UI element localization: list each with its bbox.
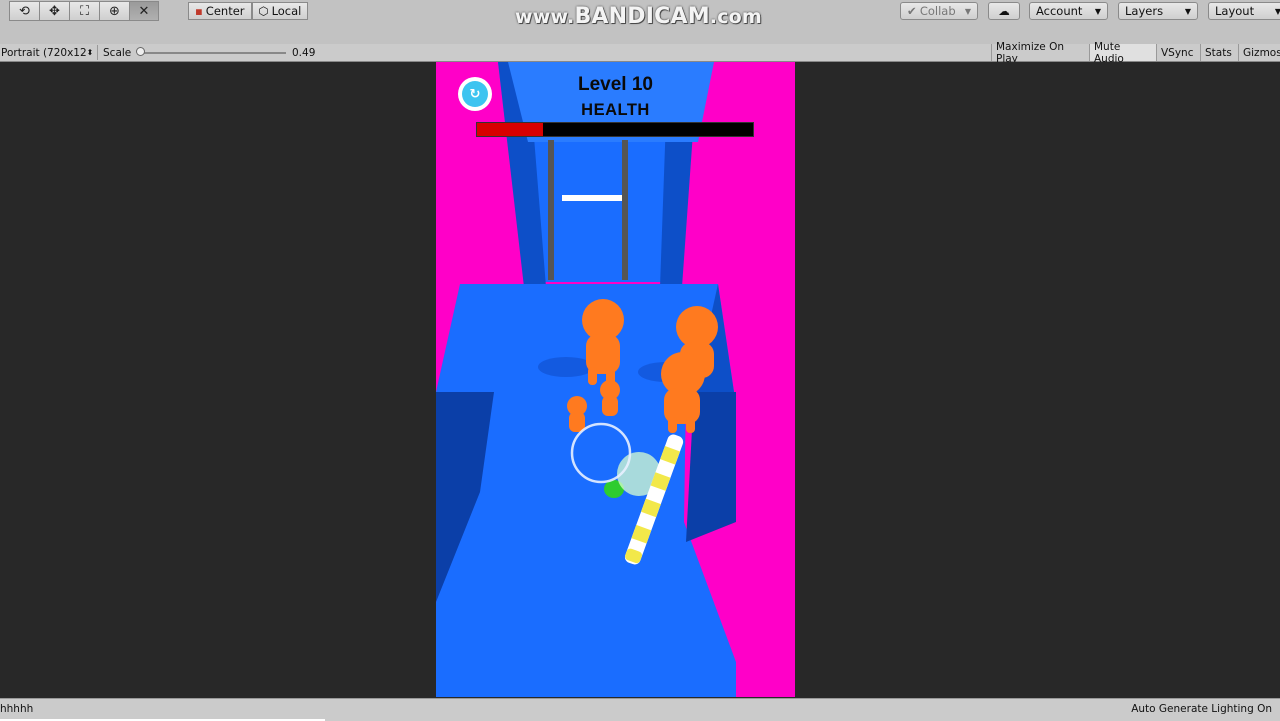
stats-toggle[interactable]: Stats	[1200, 44, 1238, 61]
pivot-group: ▪ Center ⬡ Local	[188, 2, 309, 22]
layers-dropdown[interactable]: Layers ▼	[1118, 2, 1198, 20]
collab-check-icon: ✔	[907, 4, 917, 18]
health-bar	[476, 122, 754, 137]
gate-pole-right	[622, 140, 628, 280]
health-label: HEALTH	[581, 101, 650, 119]
watermark-prefix: www.	[515, 6, 575, 28]
enemy-body	[602, 396, 618, 416]
lighting-status: Auto Generate Lighting On	[1131, 703, 1272, 715]
enemy-leg	[668, 417, 677, 433]
gizmos-toggle[interactable]: Gizmos	[1238, 44, 1280, 61]
separator	[97, 45, 98, 60]
custom-tool-icon[interactable]: ✕	[129, 1, 159, 21]
health-bar-fill	[477, 123, 544, 136]
game-view-toolbar: Portrait (720x12 ⬍ Scale 0.49 Maximize O…	[0, 41, 1280, 65]
vsync-toggle[interactable]: VSync	[1156, 44, 1200, 61]
enemy-head	[676, 306, 718, 348]
cloud-icon: ☁	[998, 4, 1010, 18]
scale-slider-track[interactable]	[140, 52, 286, 54]
enemy-leg	[588, 367, 597, 385]
scale-slider-thumb[interactable]	[136, 47, 145, 56]
layout-dropdown[interactable]: Layout ▼	[1208, 2, 1280, 20]
rect-tool-icon[interactable]: ⛶	[69, 1, 99, 21]
scale-label: Scale	[103, 46, 132, 59]
chevron-down-icon: ▼	[1094, 6, 1101, 16]
collab-label: Collab	[919, 4, 956, 18]
console-message[interactable]: hhhhh	[0, 703, 33, 715]
local-rotation-icon: ⬡	[258, 4, 269, 18]
pivot-center-label: Center	[205, 4, 245, 18]
account-label: Account	[1036, 4, 1083, 18]
layout-label: Layout	[1215, 4, 1255, 18]
shadow	[538, 357, 594, 377]
gate-pole-left	[548, 140, 554, 280]
chevron-down-icon: ▼	[1274, 6, 1280, 16]
status-bar: hhhhh Auto Generate Lighting On	[0, 698, 1280, 721]
game-render-area[interactable]: ↻ Level 10 HEALTH	[436, 62, 795, 697]
pivot-local-label: Local	[271, 4, 302, 18]
unity-toolbar: ⟲ ✥ ⛶ ⊕ ✕ ▪ Center ⬡ Local www.BANDICAM.…	[0, 0, 1280, 45]
chevron-down-icon: ▼	[964, 6, 971, 16]
pivot-icon: ▪	[195, 4, 203, 18]
watermark-brand: BANDICAM	[574, 4, 710, 29]
aspect-dropdown[interactable]: Portrait (720x12 ⬍	[1, 45, 93, 60]
bandicam-watermark: www.BANDICAM.com	[515, 4, 762, 29]
pivot-center-button[interactable]: ▪ Center	[188, 2, 252, 20]
chevron-updown-icon: ⬍	[86, 48, 94, 57]
chevron-down-icon: ▼	[1184, 6, 1191, 16]
enemy-leg	[686, 417, 695, 433]
mute-audio-toggle[interactable]: Mute Audio	[1089, 41, 1156, 65]
move-icon[interactable]: ✥	[39, 1, 69, 21]
account-dropdown[interactable]: Account ▼	[1029, 2, 1108, 20]
level-title: Level 10	[578, 74, 653, 95]
transform-tools: ⟲ ✥ ⛶ ⊕ ✕	[9, 1, 159, 21]
gate-bar	[562, 195, 622, 201]
layers-label: Layers	[1125, 4, 1164, 18]
watermark-suffix: .com	[709, 6, 762, 28]
pivot-local-button[interactable]: ⬡ Local	[251, 2, 309, 20]
collab-dropdown[interactable]: ✔ Collab ▼	[900, 2, 978, 20]
maximize-on-play-toggle[interactable]: Maximize On Play	[991, 41, 1089, 65]
hand-icon[interactable]: ⟲	[9, 1, 39, 21]
game-scene	[436, 62, 736, 697]
aspect-label: Portrait (720x12	[1, 46, 87, 59]
scale-value: 0.49	[292, 46, 316, 59]
cloud-button[interactable]: ☁	[988, 2, 1020, 20]
transform-icon[interactable]: ⊕	[99, 1, 129, 21]
